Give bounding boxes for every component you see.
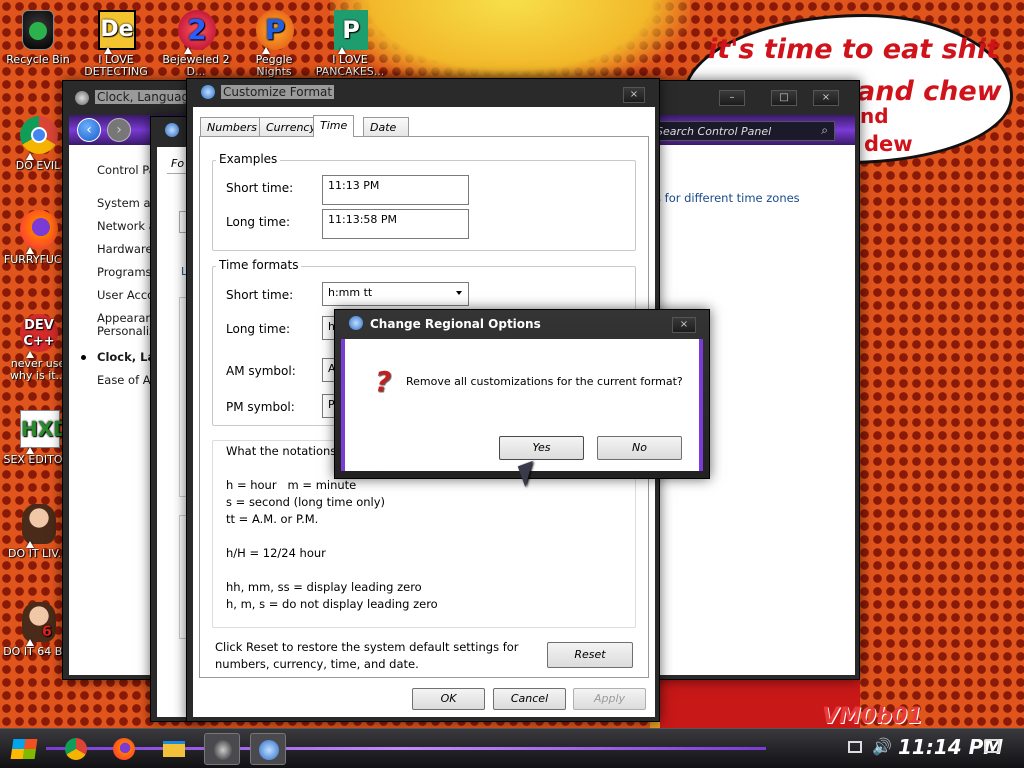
- detective-app-icon: De: [94, 8, 138, 54]
- taskbar: 🔊 11:14 PM: [0, 728, 1024, 768]
- minimize-button[interactable]: –: [719, 90, 745, 106]
- search-icon: ⌕: [821, 123, 828, 137]
- notation-line-1: h = hour m = minute: [226, 478, 357, 492]
- reset-note: Click Reset to restore the system defaul…: [215, 640, 519, 671]
- peggle-icon: P: [252, 8, 296, 54]
- examples-legend: Examples: [216, 152, 281, 166]
- publisher-icon: P: [328, 8, 372, 54]
- recycle-bin-icon: [16, 8, 60, 52]
- desktop-icon-label: Peggle Nights: [255, 54, 293, 78]
- start-button[interactable]: [6, 733, 42, 765]
- tab-time[interactable]: Time: [313, 115, 355, 137]
- no-button[interactable]: No: [597, 436, 682, 460]
- forward-icon[interactable]: ›: [107, 118, 131, 142]
- tab-numbers[interactable]: Numbers: [200, 117, 264, 136]
- desktop-icon-peggle[interactable]: P Peggle Nights: [238, 8, 310, 78]
- portrait-icon: [16, 502, 60, 548]
- desktop-icon-recycle-bin[interactable]: Recycle Bin: [2, 8, 74, 66]
- speech-bubble-line3: nd: [860, 104, 889, 128]
- desktop-icon-label: Bejeweled 2 D...: [162, 54, 230, 78]
- close-button[interactable]: ×: [813, 90, 839, 106]
- time-zones-link[interactable]: s for different time zones: [655, 191, 800, 205]
- taskbar-region[interactable]: [250, 733, 286, 765]
- notation-heading: What the notations: [226, 443, 340, 460]
- devcpp-icon: DEV C++: [16, 312, 60, 358]
- question-icon: ?: [375, 365, 392, 398]
- change-regional-options-dialog[interactable]: Change Regional Options × ? Remove all c…: [334, 309, 710, 479]
- long-time-format-label: Long time:: [226, 322, 291, 336]
- notification-icon[interactable]: [984, 739, 1000, 753]
- am-symbol-label: AM symbol:: [226, 364, 296, 378]
- speech-bubble-line2: and chew: [857, 76, 1002, 107]
- folder-icon: [163, 741, 185, 757]
- control-panel-icon: [214, 740, 232, 760]
- notation-line-5: hh, mm, ss = display leading zero: [226, 580, 422, 594]
- cancel-button[interactable]: Cancel: [493, 688, 566, 710]
- firefox-icon: [16, 208, 60, 254]
- chevron-down-icon: [456, 291, 462, 295]
- customize-format-title: Customize Format: [221, 85, 335, 99]
- region-tab-formats[interactable]: Fo: [171, 157, 184, 170]
- search-box[interactable]: Search Control Panel ⌕: [655, 121, 835, 141]
- dialog-body: ? Remove all customizations for the curr…: [341, 339, 703, 471]
- network-icon[interactable]: [848, 741, 862, 753]
- dialog-app-icon: [349, 316, 363, 330]
- example-short-time-value: 11:13 PM: [322, 175, 469, 205]
- dialog-message: Remove all customizations for the curren…: [406, 375, 683, 388]
- apply-button[interactable]: Apply: [573, 688, 646, 710]
- taskbar-chrome[interactable]: [58, 733, 94, 765]
- bejeweled-icon: 2: [174, 8, 218, 54]
- short-time-format-value: h:mm tt: [328, 286, 373, 299]
- maximize-button[interactable]: □: [771, 90, 797, 106]
- notation-line-6: h, m, s = do not display leading zero: [226, 597, 438, 611]
- short-time-format-label: Short time:: [226, 288, 294, 302]
- search-placeholder: Search Control Panel: [656, 125, 772, 138]
- dialog-title: Change Regional Options: [370, 317, 541, 331]
- window-app-icon: [75, 91, 89, 105]
- desktop-icon-label: I LOVE PANCAKES...: [315, 54, 385, 78]
- notation-line-3: tt = A.M. or P.M.: [226, 512, 319, 526]
- portrait-icon: 6: [16, 600, 60, 646]
- dialog-close-button[interactable]: ×: [672, 317, 696, 333]
- yes-button[interactable]: Yes: [499, 436, 584, 460]
- tab-date[interactable]: Date: [363, 117, 409, 136]
- desktop-icon-detecting[interactable]: De I LOVE DETECTING: [80, 8, 152, 78]
- customize-format-app-icon: [201, 85, 215, 99]
- ok-button[interactable]: OK: [412, 688, 485, 710]
- taskbar-file-explorer[interactable]: [156, 733, 192, 765]
- example-short-time-label: Short time:: [226, 181, 294, 195]
- region-app-icon: [165, 123, 179, 137]
- example-long-time-value: 11:13:58 PM: [322, 209, 469, 239]
- reset-button[interactable]: Reset: [547, 642, 633, 668]
- short-time-format-select[interactable]: h:mm tt: [322, 282, 469, 306]
- sidebar-item-programs[interactable]: Programs: [97, 265, 152, 279]
- hex-editor-icon: HXD: [16, 408, 70, 454]
- notation-line-4: h/H = 12/24 hour: [226, 546, 326, 560]
- back-icon[interactable]: ‹: [77, 118, 101, 142]
- pm-symbol-label: PM symbol:: [226, 400, 295, 414]
- watermark: VM0b01: [822, 704, 923, 729]
- desktop-icon-bejeweled[interactable]: 2 Bejeweled 2 D...: [160, 8, 232, 78]
- firefox-icon: [113, 738, 135, 760]
- taskbar-control-panel[interactable]: [204, 733, 240, 765]
- windows-logo-icon: [10, 739, 38, 759]
- chrome-icon: [65, 738, 87, 760]
- taskbar-accent-line: [46, 747, 766, 750]
- time-formats-legend: Time formats: [216, 258, 302, 272]
- taskbar-firefox[interactable]: [106, 733, 142, 765]
- desktop-icon-label: I LOVE DETECTING: [84, 54, 148, 78]
- notation-line-2: s = second (long time only): [226, 495, 386, 509]
- desktop-icon-pancakes[interactable]: P I LOVE PANCAKES...: [314, 8, 386, 78]
- speech-bubble-line4: dew: [864, 132, 913, 156]
- globe-icon: [259, 740, 279, 760]
- example-long-time-label: Long time:: [226, 215, 291, 229]
- customize-format-close-button[interactable]: ×: [623, 87, 645, 103]
- volume-icon[interactable]: 🔊: [872, 737, 892, 756]
- desktop-icon-label: Recycle Bin: [6, 54, 70, 66]
- current-item-bullet: [81, 355, 86, 360]
- speech-bubble-line1: it's time to eat shit: [708, 34, 1000, 65]
- chrome-icon: [16, 114, 60, 160]
